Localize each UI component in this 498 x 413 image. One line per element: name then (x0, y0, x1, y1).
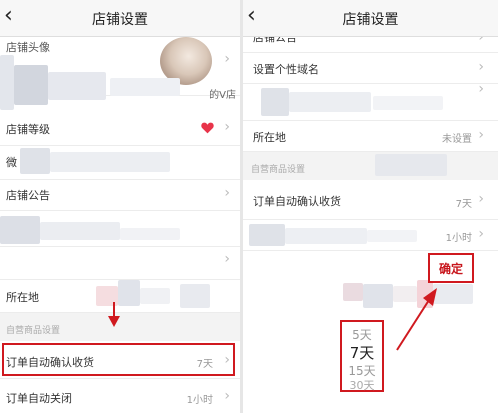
picker-option-7[interactable]: 7天 (342, 342, 382, 363)
arrow-icon (108, 302, 120, 327)
right-screen: ‹ 店铺设置 店铺公告 › 设置个性域名 › › 所在地 未设置 › 自营商品设… (243, 0, 498, 413)
row-label-profile: 店铺头像 (6, 41, 50, 54)
chevron-right-icon: › (478, 81, 484, 97)
heart-icon (201, 122, 214, 134)
section-label: 自营商品设置 (6, 326, 61, 336)
privacy-blur (20, 148, 50, 174)
chevron-right-icon: › (478, 127, 484, 143)
level-row[interactable]: 店铺等级 › (0, 112, 240, 146)
section-label: 自营商品设置 (251, 165, 306, 175)
privacy-blur (140, 288, 170, 304)
chevron-right-icon: › (224, 119, 230, 135)
shop-name-value: 的V店 (209, 90, 236, 101)
confirm-button[interactable]: 确定 (428, 253, 474, 283)
location-value: 未设置 (442, 134, 472, 145)
page-title: 店铺设置 (342, 12, 399, 28)
privacy-blur (343, 283, 363, 301)
privacy-blur (363, 284, 393, 308)
picker-option-30[interactable]: 30天 (342, 377, 382, 393)
privacy-blur (373, 96, 443, 110)
privacy-blur (261, 88, 289, 116)
chevron-right-icon: › (478, 191, 484, 207)
chevron-right-icon: › (224, 51, 230, 67)
privacy-blur (249, 224, 285, 246)
picker-wheel[interactable]: 5天 7天 15天 30天 (340, 320, 384, 392)
row-label-notice: 店铺公告 (6, 189, 50, 202)
auto-confirm-value: 7天 (455, 199, 472, 210)
auto-close-value: 1小时 (445, 233, 472, 244)
chevron-right-icon: › (224, 251, 230, 267)
page-title: 店铺设置 (92, 12, 148, 28)
privacy-blur (120, 228, 180, 240)
privacy-blur (0, 216, 40, 244)
auto-close-row[interactable]: 订单自动关闭 1小时 › (0, 379, 240, 413)
privacy-blur (289, 92, 371, 112)
confirm-button-label: 确定 (438, 262, 463, 276)
chevron-right-icon: › (478, 59, 484, 75)
auto-confirm-row[interactable]: 订单自动确认收货 7天 › (243, 181, 498, 220)
section-header: 自营商品设置 (243, 152, 498, 180)
location-row[interactable]: 所在地 未设置 › (243, 121, 498, 152)
row-label-location: 所在地 (6, 291, 39, 304)
blurred-row[interactable]: › (0, 247, 240, 280)
arrow-icon (396, 288, 437, 351)
chevron-right-icon: › (224, 388, 230, 404)
domain-row[interactable]: 设置个性域名 › (243, 53, 498, 84)
picker-option-5[interactable]: 5天 (342, 326, 382, 343)
privacy-blur (367, 230, 417, 242)
privacy-blur (50, 152, 170, 172)
chevron-right-icon: › (478, 226, 484, 242)
highlight-auto-confirm (2, 343, 235, 376)
privacy-blur (14, 65, 48, 105)
navbar: ‹ 店铺设置 (0, 0, 240, 37)
row-label-wechat: 微 (6, 156, 17, 169)
privacy-blur (40, 222, 120, 240)
navbar: ‹ 店铺设置 (243, 0, 498, 37)
auto-close-value: 1小时 (186, 395, 213, 406)
row-label-auto-close: 订单自动关闭 (6, 392, 72, 405)
left-screen: ‹ 店铺设置 店铺头像 › 的V店 店铺等级 › 微 店铺公告 › › 所在地 … (0, 0, 240, 413)
privacy-blur (48, 72, 106, 100)
row-label-domain: 设置个性域名 (253, 63, 319, 76)
privacy-blur (285, 228, 367, 244)
notice-row[interactable]: 店铺公告 › (0, 180, 240, 211)
notice-row[interactable]: 店铺公告 › (243, 29, 498, 53)
chevron-right-icon: › (224, 185, 230, 201)
privacy-blur (0, 55, 14, 110)
privacy-blur (180, 284, 210, 308)
row-label-auto-confirm: 订单自动确认收货 (253, 195, 341, 208)
privacy-blur (375, 154, 447, 176)
privacy-blur (110, 78, 180, 96)
row-label-level: 店铺等级 (6, 123, 50, 136)
row-label-location: 所在地 (253, 131, 286, 144)
